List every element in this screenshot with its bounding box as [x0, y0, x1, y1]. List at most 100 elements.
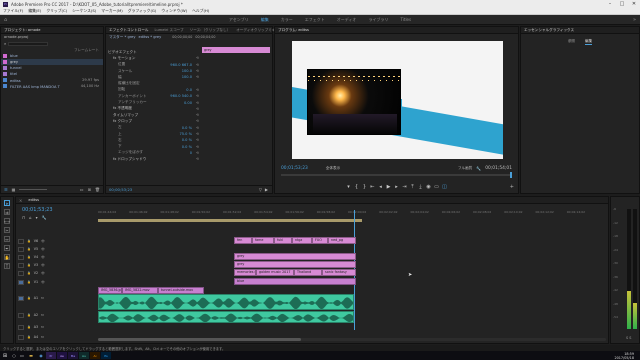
timeline-clip[interactable]: memories of	[234, 269, 256, 276]
reset-icon[interactable]: ⟲	[196, 156, 202, 162]
track-target-toggle[interactable]	[18, 270, 24, 276]
mute-icon[interactable]: M	[41, 296, 44, 300]
comparison-view-icon[interactable]: ▭	[433, 183, 440, 190]
audition-icon[interactable]: Au	[79, 352, 89, 359]
lock-icon[interactable]: 🔒	[27, 239, 31, 243]
track-target-toggle[interactable]	[18, 295, 24, 301]
menu-window[interactable]: ウィンドウ(W)	[161, 8, 187, 14]
audio-clip-a1[interactable]	[98, 294, 354, 310]
add-marker-icon[interactable]: ▾	[36, 215, 38, 220]
playhead-marker[interactable]	[510, 172, 512, 178]
start-icon[interactable]: ⊞	[0, 353, 10, 359]
photoshop-icon[interactable]: Ps	[101, 352, 111, 359]
track-target-toggle[interactable]	[18, 262, 24, 268]
list-view-icon[interactable]: ☰	[4, 187, 8, 192]
trash-icon[interactable]: 🗑	[95, 187, 100, 192]
time-ruler[interactable]: 00;01;44;02 00;01;46;02 00;01;48;02 00;01;5…	[98, 210, 598, 218]
close-tab-icon[interactable]: ×	[19, 198, 22, 203]
step-back-icon[interactable]: ◂	[377, 183, 384, 190]
essential-graphics-title[interactable]: エッセンシャルグラフィックス	[524, 28, 574, 33]
track-target-toggle[interactable]	[18, 312, 24, 318]
tab-sequence[interactable]: editss	[28, 198, 39, 202]
step-forward-icon[interactable]: ▸	[393, 183, 400, 190]
ripple-edit-tool-icon[interactable]: ⟷	[4, 218, 10, 224]
snap-icon[interactable]: ⊓	[22, 215, 25, 220]
clip-blue[interactable]: blue	[234, 278, 356, 285]
menu-sequence[interactable]: シーケンス(S)	[72, 8, 96, 14]
export-frame-icon[interactable]: ◉	[425, 183, 432, 190]
linked-selection-icon[interactable]: ⌂	[29, 215, 32, 220]
pen-tool-icon[interactable]: ✒	[4, 245, 10, 251]
program-video-frame[interactable]	[292, 41, 503, 159]
lock-icon[interactable]: 🔒	[27, 296, 31, 300]
mute-icon[interactable]: M	[41, 313, 44, 317]
eye-icon[interactable]: 👁	[41, 255, 45, 259]
new-bin-icon[interactable]: ▭	[80, 187, 84, 192]
explorer-icon[interactable]: ▬	[26, 353, 36, 358]
slip-tool-icon[interactable]: ↔	[4, 236, 10, 242]
add-button-icon[interactable]: +	[510, 184, 514, 190]
timeline-horizontal-scrollbar[interactable]	[98, 338, 606, 341]
track-header[interactable]: 🔒 V1 👁	[18, 278, 96, 286]
timeline-clip[interactable]: FUO	[312, 237, 328, 244]
program-timecode[interactable]: 00;01;53;23	[281, 166, 308, 171]
eye-icon[interactable]: 👁	[41, 271, 45, 275]
lock-icon[interactable]: 🔒	[27, 313, 31, 317]
effect-property-row[interactable]: fx ドロップシャドウ	[108, 156, 202, 162]
eye-icon[interactable]: 👁	[41, 263, 45, 267]
sequence-label[interactable]: editss * grey	[138, 35, 161, 39]
icon-view-icon[interactable]: ▦	[12, 187, 16, 192]
lock-icon[interactable]: 🔒	[27, 247, 31, 251]
task-view-icon[interactable]: ▭	[18, 353, 26, 358]
home-icon[interactable]: ⌂	[4, 17, 7, 23]
close-icon[interactable]: ✕	[628, 0, 640, 8]
tab-browse[interactable]: 参照	[568, 39, 575, 45]
workspace-tab[interactable]: アセンブリ	[229, 17, 249, 23]
track-target-toggle[interactable]	[18, 279, 24, 285]
minimize-icon[interactable]: –	[604, 0, 616, 8]
track-target-toggle[interactable]	[18, 324, 24, 330]
tab-program[interactable]: プログラム: editss	[278, 28, 309, 33]
menu-graphics[interactable]: グラフィック(G)	[128, 8, 157, 14]
track-target-toggle[interactable]	[18, 254, 24, 260]
track-header[interactable]: 🔒 V4 👁	[18, 253, 96, 261]
workspace-tab[interactable]: ライブラリ	[368, 17, 388, 23]
tab-project[interactable]: プロジェクト: ornode	[4, 28, 41, 33]
mute-icon[interactable]: M	[41, 325, 44, 329]
hand-tool-icon[interactable]: ✋	[4, 254, 10, 260]
track-header[interactable]: 🔒 V3 👁	[18, 261, 96, 269]
track-target-toggle[interactable]	[18, 238, 24, 244]
timeline-clip[interactable]: fame	[252, 237, 274, 244]
illustrator-icon[interactable]: Ai	[90, 352, 100, 359]
premiere-taskbar-icon[interactable]: Pr	[46, 352, 56, 359]
timeline-clip[interactable]: ned_pg	[328, 237, 356, 244]
timeline-clip[interactable]: Thailand	[294, 269, 322, 276]
maximize-icon[interactable]: □	[616, 0, 628, 8]
tab-lumetri[interactable]: Lumetri スコープ	[155, 28, 184, 33]
lock-icon[interactable]: 🔒	[27, 280, 31, 284]
work-area-bar[interactable]	[98, 219, 362, 222]
track-header[interactable]: 🔒 A3 M	[18, 323, 96, 331]
menu-help[interactable]: ヘルプ(H)	[192, 8, 209, 14]
play-button[interactable]: ▶	[385, 183, 392, 190]
search-input[interactable]	[8, 41, 49, 46]
track-target-toggle[interactable]	[18, 334, 24, 340]
media-encoder-icon[interactable]: Me	[68, 352, 78, 359]
after-effects-icon[interactable]: Ae	[57, 352, 67, 359]
selection-tool-icon[interactable]: ➤	[4, 200, 10, 206]
mute-icon[interactable]: M	[41, 335, 44, 339]
fit-dropdown[interactable]: 全体表示	[326, 166, 340, 171]
lock-icon[interactable]: 🔒	[27, 271, 31, 275]
timeline-settings-icon[interactable]: 🔧	[42, 215, 47, 220]
track-header[interactable]: 🔒 A4 M	[18, 333, 96, 341]
quality-dropdown[interactable]: フル画質	[458, 166, 472, 171]
program-scrubber[interactable]	[281, 172, 512, 178]
source-label[interactable]: マスター * grey	[109, 35, 135, 40]
scrollbar-thumb[interactable]	[98, 338, 302, 341]
add-marker-icon[interactable]: ▾	[345, 183, 352, 190]
wrench-icon[interactable]: 🔧	[476, 166, 481, 171]
track-header[interactable]: 🔒 V6 👁	[18, 237, 96, 245]
timeline-clip[interactable]: fukl	[274, 237, 292, 244]
clip-grey[interactable]: grey	[234, 253, 356, 260]
lock-icon[interactable]: 🔒	[27, 255, 31, 259]
